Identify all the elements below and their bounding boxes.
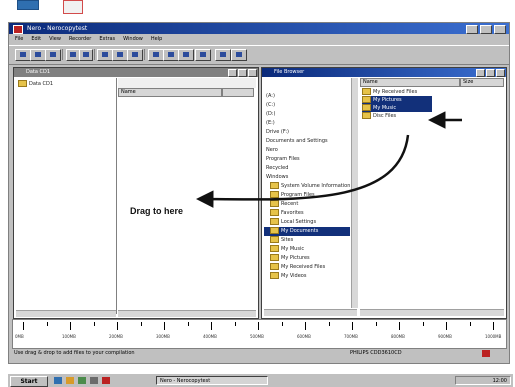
clock: 12:00 [492,378,507,384]
quicklaunch-outlook-icon[interactable] [66,377,74,384]
quicklaunch-nero-icon[interactable] [102,377,110,384]
drag-to-here-label: Drag to here [130,206,184,216]
drag-annotation [196,111,462,208]
taskbar-nero-window[interactable]: Nero - Nerocopytest [156,376,268,385]
drag-arrow [196,134,410,208]
taskbar: Start Nero - Nerocopytest 12:00 [8,373,513,387]
system-tray: 12:00 [455,376,511,385]
quicklaunch-media-icon[interactable] [90,377,98,384]
start-button[interactable]: Start [10,376,48,387]
quicklaunch-ie-icon[interactable] [54,377,62,384]
quicklaunch-desktop-icon[interactable] [78,377,86,384]
